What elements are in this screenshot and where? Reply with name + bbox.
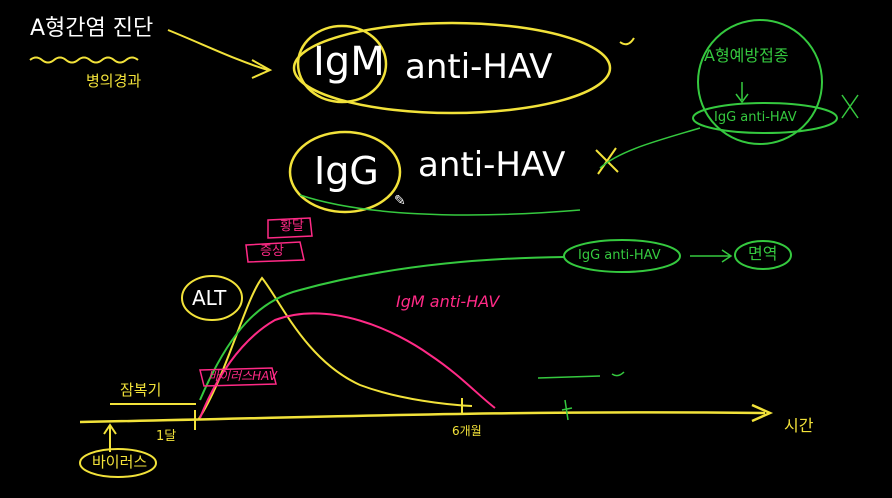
virus-label: 바이러스	[92, 453, 148, 471]
alt-label: ALT	[192, 286, 227, 310]
igg-label: IgG	[314, 149, 379, 193]
one-month-label: 1달	[156, 429, 177, 444]
time-axis	[79, 411, 766, 424]
vaccine-ellipse	[697, 19, 823, 145]
igm-antibody-label: anti-HAV	[405, 47, 553, 87]
vaccine-x-mark	[841, 94, 859, 119]
igm-curve-label: IgM anti-HAV	[396, 292, 500, 311]
virus-excretion-label: 바이러스HAV	[208, 369, 278, 383]
igg-x-mark	[595, 147, 619, 175]
diagram-title: A형간염 진단	[30, 16, 154, 41]
time-label: 시간	[784, 416, 814, 435]
pen-cursor-icon: ✎	[394, 193, 406, 209]
vaccine-arrow-down	[735, 82, 749, 104]
immunity-arrow	[690, 249, 733, 263]
igm-check	[619, 37, 635, 46]
igg-antibody-label: anti-HAV	[418, 145, 566, 185]
green-tick-mark	[561, 399, 573, 421]
arrow-to-igm	[167, 29, 269, 71]
immunity-label: 면역	[748, 244, 778, 263]
immunity-antibody-label: IgG anti-HAV	[578, 248, 661, 263]
vaccine-result-label: IgG anti-HAV	[714, 110, 797, 125]
whiteboard-canvas: A형간염 진단 병의경과 IgM anti-HAV IgG anti-HAV A…	[0, 0, 892, 498]
virus-arrow	[103, 423, 117, 452]
jaundice-label: 황달	[280, 219, 304, 234]
arrow-to-igm-head	[251, 59, 273, 79]
igm-label: IgM	[313, 39, 385, 85]
six-months-label: 6개월	[452, 424, 482, 438]
green-dash-mark	[537, 371, 625, 379]
disease-course-label: 병의경과	[86, 72, 142, 90]
symptoms-label: 증상	[260, 244, 284, 259]
igm-curve	[199, 312, 496, 419]
vaccine-title: A형예방접종	[704, 46, 789, 65]
incubation-label: 잠복기	[120, 381, 162, 399]
title-underline	[29, 56, 139, 64]
